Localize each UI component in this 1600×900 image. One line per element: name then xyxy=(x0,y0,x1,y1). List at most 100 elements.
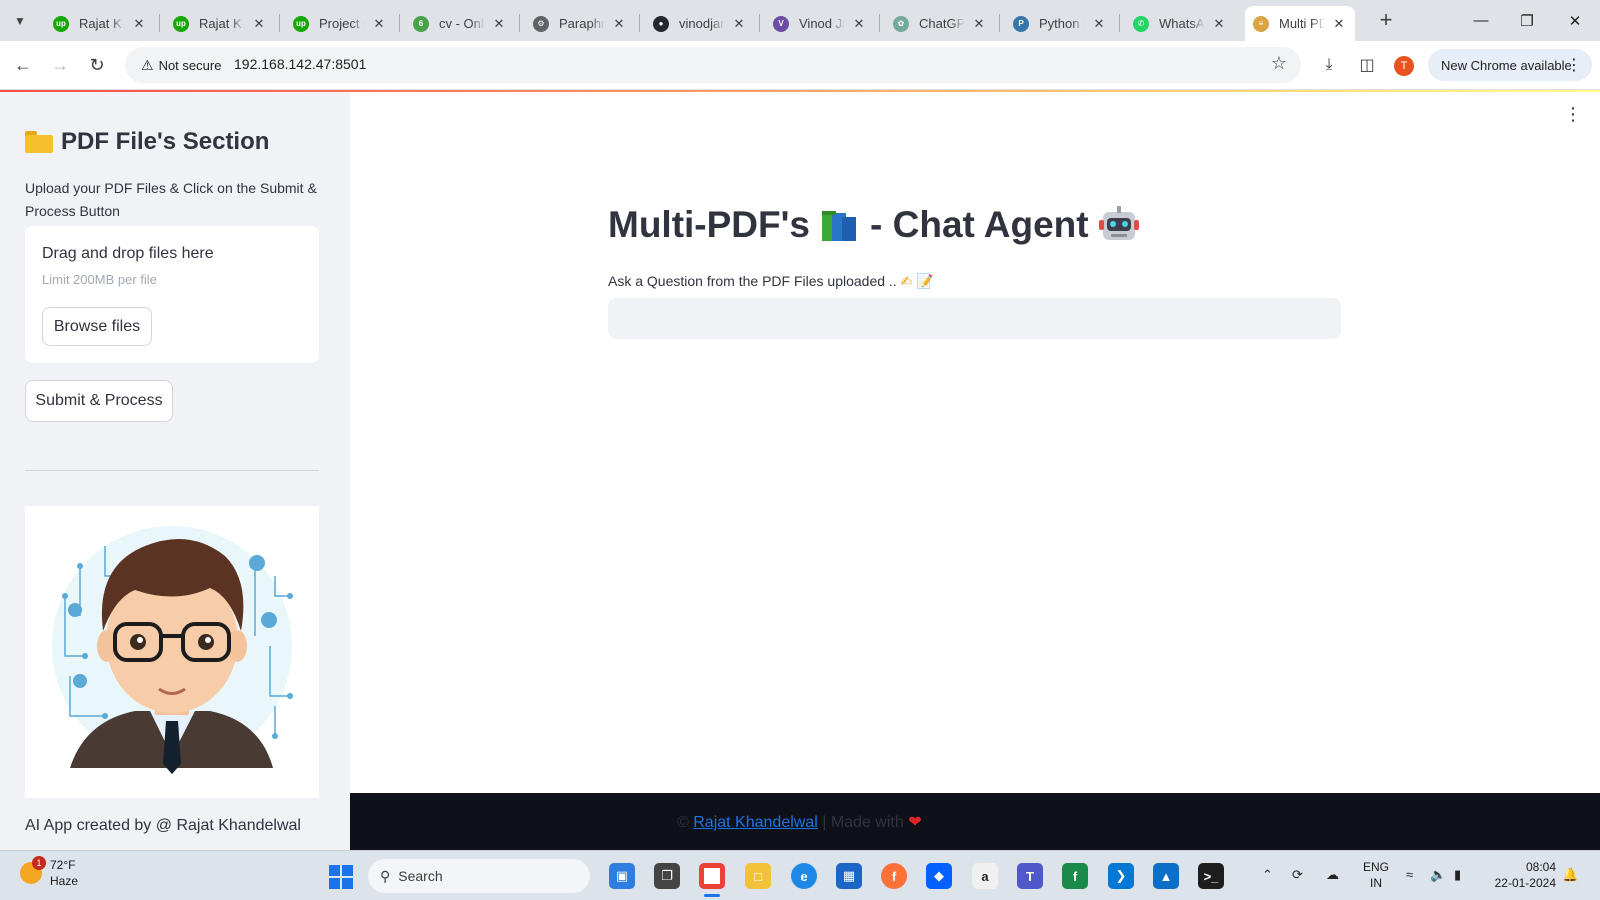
windows-start-icon[interactable] xyxy=(329,865,353,889)
wifi-icon[interactable]: ≈ xyxy=(1406,867,1413,882)
browser-tab[interactable]: V Vinod Ja ✕ xyxy=(765,6,875,41)
upwork-icon: up xyxy=(53,15,69,32)
tab-close-icon[interactable]: ✕ xyxy=(371,16,387,32)
tab-close-icon[interactable]: ✕ xyxy=(731,16,747,32)
sync-icon[interactable]: ⟳ xyxy=(1292,867,1303,883)
tab-label: Rajat K... xyxy=(199,16,245,31)
restore-icon[interactable]: ❐ xyxy=(1504,0,1550,41)
page-title-part2: - Chat Agent xyxy=(870,204,1089,245)
tab-close-icon[interactable]: ✕ xyxy=(1211,16,1227,32)
upwork-icon: up xyxy=(293,15,309,32)
side-panel-icon[interactable]: ◫ xyxy=(1355,53,1379,77)
tab-close-icon[interactable]: ✕ xyxy=(491,16,507,32)
question-input[interactable] xyxy=(608,298,1341,339)
battery-icon[interactable]: ▮ xyxy=(1454,867,1461,883)
url-text[interactable]: 192.168.142.47:8501 xyxy=(234,56,366,72)
tab-separator xyxy=(639,14,640,32)
weather-sun-icon: 1 xyxy=(20,856,46,884)
task-view-icon[interactable]: ❐ xyxy=(654,863,680,889)
browser-toolbar: ← → ↻ ⚠ Not secure 192.168.142.47:8501 ☆… xyxy=(0,41,1600,90)
sidebar-description: Upload your PDF Files & Click on the Sub… xyxy=(25,180,317,219)
forward-arrow-icon[interactable]: → xyxy=(48,53,72,77)
chrome-update-button[interactable]: New Chrome available ⋮ xyxy=(1428,49,1592,81)
lang-line2: IN xyxy=(1370,876,1382,890)
tab-close-icon[interactable]: ✕ xyxy=(611,16,627,32)
dropbox-app-icon[interactable]: ◆ xyxy=(926,863,952,889)
question-label: Ask a Question from the PDF Files upload… xyxy=(608,273,934,290)
scroll-icon: ≡ xyxy=(1253,15,1269,32)
teams-app-icon[interactable]: T xyxy=(1017,863,1043,889)
tab-close-icon[interactable]: ✕ xyxy=(131,16,147,32)
taskbar-search[interactable]: ⚲ Search xyxy=(368,859,590,893)
browser-tab[interactable]: ≡ Multi PD ✕ xyxy=(1245,6,1355,41)
widgets-app-icon[interactable]: ▣ xyxy=(609,863,635,889)
app-menu-kebab-icon[interactable]: ⋮ xyxy=(1564,104,1582,125)
onedrive-icon[interactable]: ☁ xyxy=(1326,867,1339,883)
bookmark-star-icon[interactable]: ☆ xyxy=(1271,53,1287,74)
store-app-icon[interactable]: ▦ xyxy=(836,863,862,889)
file-dropzone[interactable]: Drag and drop files here Limit 200MB per… xyxy=(25,226,319,363)
script-app-icon[interactable]: f xyxy=(1062,863,1088,889)
file-explorer-icon[interactable]: □ xyxy=(745,863,771,889)
chrome-app-icon[interactable] xyxy=(699,863,725,889)
browser-tab[interactable]: up Project C ✕ xyxy=(285,6,395,41)
browser-tab[interactable]: up Rajat K... ✕ xyxy=(165,6,275,41)
upwork-icon: up xyxy=(173,15,189,32)
browser-tab[interactable]: up Rajat K... ✕ xyxy=(45,6,155,41)
tab-close-icon[interactable]: ✕ xyxy=(251,16,267,32)
browser-tab[interactable]: ⚙ Paraphra ✕ xyxy=(525,6,635,41)
notification-bell-icon[interactable]: 🔔 xyxy=(1562,867,1578,883)
minimize-icon[interactable]: — xyxy=(1458,0,1504,41)
browser-tab[interactable]: ● vinodjan ✕ xyxy=(645,6,755,41)
tab-separator xyxy=(759,14,760,32)
photos-app-icon[interactable]: ▲ xyxy=(1153,863,1179,889)
reload-icon[interactable]: ↻ xyxy=(85,53,109,77)
robot-icon: ⚙ xyxy=(533,15,549,32)
taskbar-search-label: Search xyxy=(398,868,443,884)
tab-close-icon[interactable]: ✕ xyxy=(1331,16,1347,32)
weather-badge: 1 xyxy=(32,856,46,870)
browser-tab[interactable]: P Python F ✕ xyxy=(1005,6,1115,41)
terminal-app-icon[interactable]: >_ xyxy=(1198,863,1224,889)
amazon-app-icon[interactable]: a xyxy=(972,863,998,889)
tab-label: Python F xyxy=(1039,16,1085,31)
edge-app-icon[interactable]: e xyxy=(791,863,817,889)
language-indicator[interactable]: ENG IN xyxy=(1363,859,1389,891)
tab-close-icon[interactable]: ✕ xyxy=(971,16,987,32)
close-window-icon[interactable]: ✕ xyxy=(1552,0,1598,41)
tray-chevron-icon[interactable]: ⌃ xyxy=(1262,867,1273,883)
footer-suffix: | Made with xyxy=(822,814,904,831)
firefox-app-icon[interactable]: f xyxy=(881,863,907,889)
clock-date: 22-01-2024 xyxy=(1494,876,1556,890)
new-tab-plus-icon[interactable]: + xyxy=(1374,9,1398,33)
leaf-icon: 6 xyxy=(413,15,429,32)
tab-label: Rajat K... xyxy=(79,16,125,31)
browser-tab[interactable]: ✆ WhatsAp ✕ xyxy=(1125,6,1235,41)
tab-label: ChatGPT xyxy=(919,16,965,31)
sidebar: PDF File's Section Upload your PDF Files… xyxy=(0,92,350,850)
tab-close-icon[interactable]: ✕ xyxy=(851,16,867,32)
submit-process-button[interactable]: Submit & Process xyxy=(25,380,173,422)
system-clock[interactable]: 08:04 22-01-2024 xyxy=(1488,859,1556,891)
browser-tab[interactable]: ✿ ChatGPT ✕ xyxy=(885,6,995,41)
writing-hand-icon: ✍ xyxy=(900,273,913,289)
back-arrow-icon[interactable]: ← xyxy=(11,53,35,77)
chrome-menu-kebab-icon[interactable]: ⋮ xyxy=(1566,55,1582,75)
profile-avatar[interactable]: T xyxy=(1394,56,1414,76)
browse-files-button[interactable]: Browse files xyxy=(42,307,152,346)
volume-icon[interactable]: 🔈 xyxy=(1430,867,1446,883)
browser-tab[interactable]: 6 cv - Onli ✕ xyxy=(405,6,515,41)
download-icon[interactable]: ⤓ xyxy=(1317,53,1341,77)
books-icon xyxy=(820,207,860,243)
vscode-app-icon[interactable]: ❯ xyxy=(1108,863,1134,889)
footer-text: © Rajat Khandelwal | Made with ❤ xyxy=(677,812,922,832)
author-link[interactable]: Rajat Khandelwal xyxy=(693,814,818,831)
tab-close-icon[interactable]: ✕ xyxy=(1091,16,1107,32)
site-security-chip[interactable]: ⚠ Not secure xyxy=(135,51,227,79)
main-content: ⋮ Multi-PDF's - Chat Agent Ask a Questio… xyxy=(350,92,1600,793)
address-bar[interactable]: ⚠ Not secure 192.168.142.47:8501 ☆ xyxy=(125,47,1301,83)
search-icon: ⚲ xyxy=(380,867,391,884)
folder-icon xyxy=(25,131,53,153)
tab-search-chevron-icon[interactable]: ▼ xyxy=(8,9,32,33)
weather-widget[interactable]: 1 72°F Haze xyxy=(20,856,78,889)
